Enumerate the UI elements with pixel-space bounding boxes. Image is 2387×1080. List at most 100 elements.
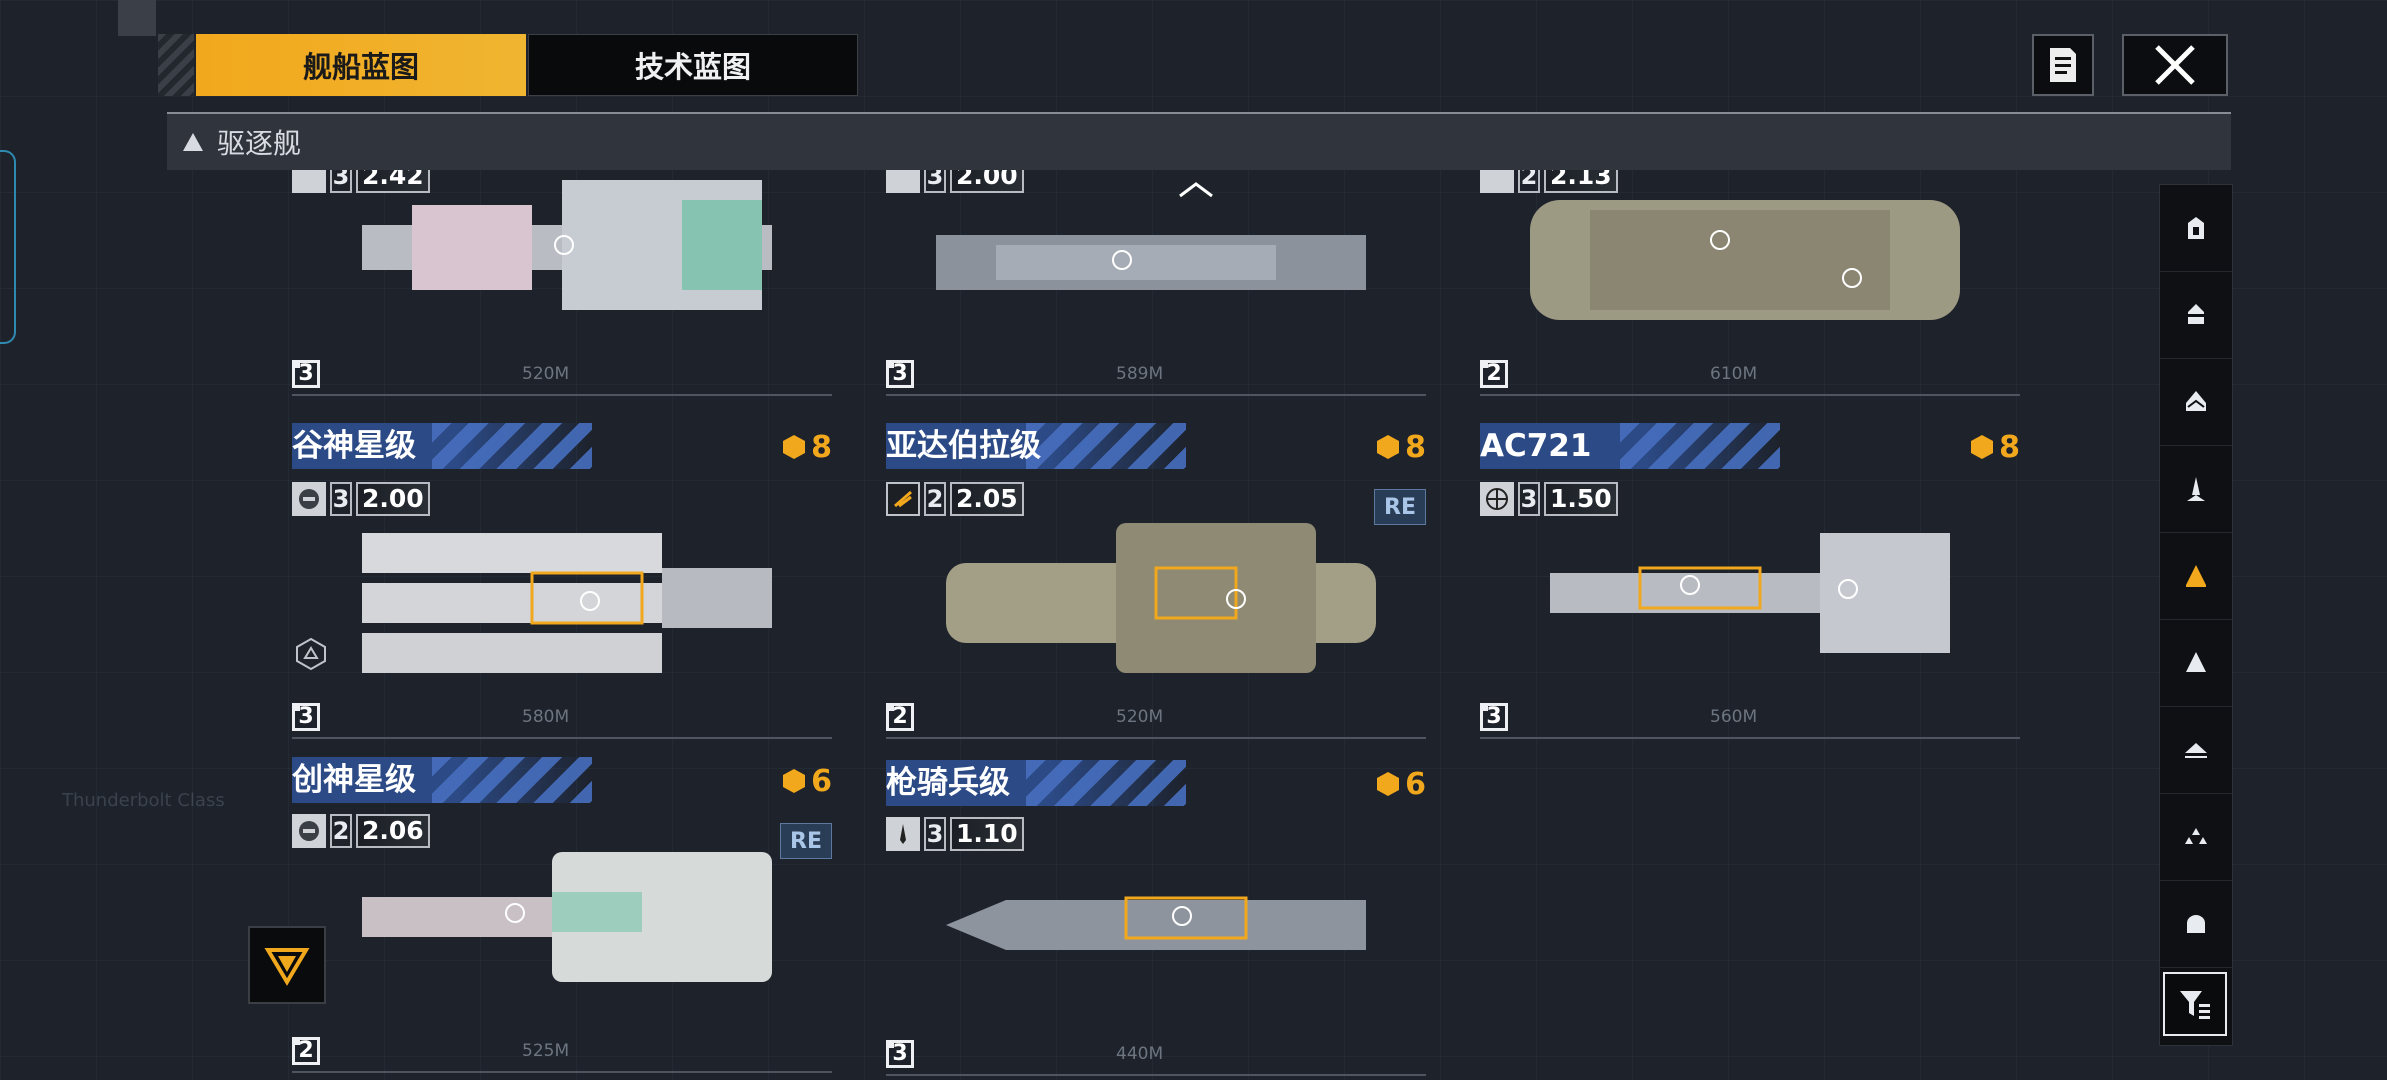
notes-button[interactable] — [2032, 34, 2094, 96]
rail-item-special[interactable] — [2160, 881, 2232, 968]
ship-card-partial[interactable]: 2 2.13 2 610M — [1480, 170, 2020, 400]
jet-icon — [886, 170, 920, 193]
special-icon — [2187, 915, 2205, 933]
left-edge-handle[interactable] — [0, 150, 16, 344]
fighter-icon — [2185, 828, 2207, 844]
rarity-badge: 3 — [886, 360, 914, 388]
ship-name: 枪骑兵级 — [886, 765, 1010, 801]
rarity-badge: 2 — [886, 703, 914, 731]
stat-row: 3 1.50 — [1480, 481, 1618, 517]
length-label: 520M — [522, 364, 570, 384]
stat-row: 3 2.00 — [292, 481, 430, 517]
globe-icon — [1480, 482, 1514, 516]
scale-line — [1480, 737, 2020, 739]
ship-image — [1530, 200, 1960, 320]
scale-line — [886, 737, 1426, 739]
rail-item-cruiser[interactable] — [2160, 272, 2232, 359]
filter-button[interactable] — [2163, 972, 2227, 1036]
ship-card-ceres[interactable]: 谷神星级 8 3 2.00 3 580M — [292, 423, 832, 743]
quick-filter-button[interactable] — [248, 926, 326, 1004]
length-label: 440M — [1116, 1044, 1164, 1064]
rarity-badge: 3 — [292, 703, 320, 731]
close-icon — [2155, 45, 2195, 85]
ship-image — [1550, 533, 1950, 653]
length-label: 560M — [1710, 707, 1758, 727]
ship-name: AC721 — [1480, 428, 1592, 464]
rail-item-battleship[interactable] — [2160, 620, 2232, 707]
level-value: 8 — [1999, 429, 2020, 465]
category-bar[interactable]: 驱逐舰 — [167, 112, 2231, 170]
battleship-icon — [2186, 652, 2206, 672]
cost-value: 2.00 — [950, 170, 1024, 193]
length-label: 525M — [522, 1041, 570, 1061]
ship-card-lancer[interactable]: 枪骑兵级 6 3 1.10 3 440M — [886, 760, 1426, 1080]
hexagon-marker-icon — [296, 637, 326, 671]
helmet-icon — [292, 814, 326, 848]
rarity-badge: 2 — [1480, 360, 1508, 388]
category-label: 驱逐舰 — [217, 127, 302, 160]
carrier-icon — [2188, 217, 2204, 239]
ship-name: 谷神星级 — [292, 428, 416, 464]
level-badge: 8 — [781, 429, 832, 465]
ship-name: 创神星级 — [292, 762, 416, 798]
rail-item-corvette[interactable] — [2160, 446, 2232, 533]
level-badge: 8 — [1969, 429, 2020, 465]
tier-value: 3 — [924, 817, 946, 851]
length-label: 580M — [522, 707, 570, 727]
rail-item-fighter[interactable] — [2160, 794, 2232, 881]
level-hex-icon — [1377, 772, 1400, 796]
tab-tech-blueprint[interactable]: 技术蓝图 — [528, 34, 858, 96]
close-button[interactable] — [2122, 34, 2228, 96]
ship-card-partial[interactable]: 3 2.00 3 589M — [886, 170, 1426, 400]
tab-bar: 舰船蓝图 技术蓝图 — [158, 34, 858, 96]
rarity-badge: 2 — [292, 1037, 320, 1065]
corner-block — [118, 0, 156, 36]
level-badge: 6 — [781, 763, 832, 799]
length-label: 520M — [1116, 707, 1164, 727]
jet-icon — [886, 817, 920, 851]
filter-icon — [2180, 991, 2210, 1019]
level-value: 6 — [811, 763, 832, 799]
emblem-icon — [1480, 170, 1514, 193]
frigate-icon — [2186, 391, 2206, 411]
inverted-triangle-icon — [264, 948, 310, 986]
length-label: 589M — [1116, 364, 1164, 384]
cost-value: 2.05 — [950, 482, 1024, 516]
chevron-up-icon — [1179, 182, 1213, 198]
cruiser-icon — [2187, 304, 2205, 324]
rarity-badge: 3 — [886, 1040, 914, 1068]
cost-value: 2.00 — [356, 482, 430, 516]
ship-card-haumea[interactable]: 创神星级 6 2 2.06 RE 2 525M — [292, 757, 832, 1077]
tab-stripe-decoration — [158, 34, 194, 96]
ghost-text: Thunderbolt Class — [62, 790, 225, 811]
document-icon — [2050, 48, 2076, 82]
emblem-icon — [886, 482, 920, 516]
ship-image — [946, 523, 1376, 673]
level-value: 8 — [1405, 429, 1426, 465]
rail-item-aux[interactable] — [2160, 707, 2232, 794]
ship-name: 亚达伯拉级 — [886, 428, 1041, 464]
ship-image — [946, 896, 1366, 950]
level-hex-icon — [783, 435, 806, 459]
level-value: 6 — [1405, 766, 1426, 802]
tier-value: 3 — [924, 170, 946, 193]
rail-item-carrier[interactable] — [2160, 185, 2232, 272]
tier-value: 3 — [1518, 482, 1540, 516]
rail-item-destroyer[interactable] — [2160, 533, 2232, 620]
rail-item-frigate[interactable] — [2160, 359, 2232, 446]
level-hex-icon — [1971, 435, 1994, 459]
ship-card-aldabra[interactable]: 亚达伯拉级 8 2 2.05 RE 2 520M — [886, 423, 1426, 743]
level-hex-icon — [1377, 435, 1400, 459]
ship-card-ac721[interactable]: AC721 8 3 1.50 3 560M — [1480, 423, 2020, 743]
level-badge: 6 — [1375, 766, 1426, 802]
scale-line — [1480, 394, 2020, 396]
helmet-icon — [292, 482, 326, 516]
rarity-badge: 3 — [292, 360, 320, 388]
aux-ship-icon — [2185, 743, 2207, 758]
tier-value: 3 — [330, 170, 352, 193]
tab-ship-blueprint[interactable]: 舰船蓝图 — [196, 34, 526, 96]
ship-card-partial[interactable]: 3 2.42 3 520M — [292, 170, 832, 400]
stat-row: 2 2.05 — [886, 481, 1024, 517]
ship-image — [362, 533, 772, 673]
length-label: 610M — [1710, 364, 1758, 384]
